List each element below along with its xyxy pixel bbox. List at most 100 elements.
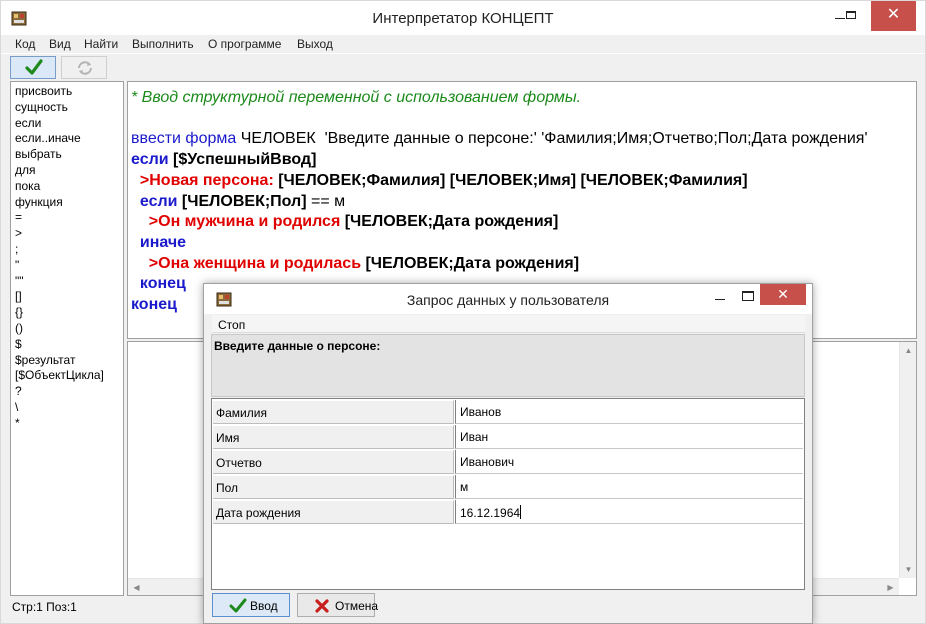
keyword-item[interactable]: выбрать	[15, 147, 123, 163]
code-keyword: конец	[131, 296, 177, 314]
keyword-item[interactable]: ()	[15, 321, 123, 337]
prompt-text: Введите данные о персоне:	[214, 339, 381, 353]
dialog-footer: Ввод Отмена	[211, 591, 805, 621]
code-line: >Новая персона: [ЧЕЛОВЕК;Фамилия] [ЧЕЛОВ…	[131, 171, 868, 192]
keyword-item[interactable]: *	[15, 416, 123, 432]
maximize-icon	[846, 11, 856, 19]
keyword-item[interactable]: ?	[15, 384, 123, 400]
menu-view[interactable]: Вид	[49, 37, 71, 51]
grid-row: Фамилия Иванов	[213, 400, 803, 424]
keyword-item[interactable]: "	[15, 258, 123, 274]
menu-bar: Код Вид Найти Выполнить О программе Выхо…	[1, 35, 925, 53]
code-line: иначе	[131, 233, 868, 254]
input-dialog: Запрос данных у пользователя ✕ Стоп Введ…	[203, 283, 813, 624]
keyword-item[interactable]: если	[15, 116, 123, 132]
code-text-span: [ЧЕЛОВЕК;Дата рождения]	[340, 213, 559, 231]
dialog-title-bar: Запрос данных у пользователя ✕	[204, 284, 812, 314]
scroll-down-icon[interactable]: ▼	[900, 561, 917, 578]
minimize-icon	[715, 299, 725, 300]
menu-run[interactable]: Выполнить	[132, 37, 194, 51]
run-button[interactable]	[10, 56, 56, 79]
code-line: если [$УспешныйВвод]	[131, 150, 868, 171]
keyword-item[interactable]: =	[15, 210, 123, 226]
grid-row: Дата рождения 16.12.1964	[213, 500, 803, 524]
code-message: >Новая персона:	[131, 171, 274, 189]
menu-find[interactable]: Найти	[84, 37, 118, 51]
code-keyword: иначе	[131, 233, 187, 251]
dialog-prompt: Введите данные о персоне:	[211, 334, 805, 397]
field-value-input[interactable]: 16.12.1964	[455, 500, 803, 524]
keyword-item[interactable]: []	[15, 289, 123, 305]
keyword-item[interactable]: >	[15, 226, 123, 242]
keyword-item[interactable]: $результат	[15, 353, 123, 369]
keyword-item[interactable]: [$ОбъектЦикла]	[15, 368, 123, 384]
maximize-button[interactable]	[839, 1, 863, 31]
menu-code[interactable]: Код	[15, 37, 35, 51]
scroll-left-icon[interactable]: ◀	[128, 579, 145, 596]
grid-row: Имя Иван	[213, 425, 803, 449]
keyword-item[interactable]: \	[15, 400, 123, 416]
field-value-input[interactable]: Иванов	[455, 400, 803, 424]
grid-row: Отчетво Иванович	[213, 450, 803, 474]
keyword-item[interactable]: для	[15, 163, 123, 179]
field-value-input[interactable]: м	[455, 475, 803, 499]
dialog-minimize-button[interactable]	[715, 291, 725, 305]
field-value-input[interactable]: Иван	[455, 425, 803, 449]
ok-button[interactable]: Ввод	[212, 593, 290, 617]
menu-about[interactable]: О программе	[208, 37, 281, 51]
keyword-item[interactable]: ;	[15, 242, 123, 258]
close-icon: ✕	[777, 286, 789, 302]
grid-row: Пол м	[213, 475, 803, 499]
keyword-item[interactable]: пока	[15, 179, 123, 195]
code-text-span: [ЧЕЛОВЕК;Фамилия] [ЧЕЛОВЕК;Имя] [ЧЕЛОВЕК…	[273, 171, 748, 189]
checkmark-icon	[229, 598, 247, 613]
code-text-span: == м	[306, 192, 346, 210]
cancel-button-label: Отмена	[335, 599, 379, 613]
keyword-item[interactable]: функция	[15, 195, 123, 211]
scroll-right-icon[interactable]: ▶	[882, 579, 899, 596]
dialog-close-button[interactable]: ✕	[760, 284, 806, 305]
keyword-item[interactable]: если..иначе	[15, 131, 123, 147]
ok-button-label: Ввод	[250, 599, 278, 613]
code-message: >Он мужчина и родился	[131, 213, 341, 231]
field-label: Отчетво	[213, 450, 454, 474]
code-keyword: ввести форма	[131, 130, 237, 148]
field-label: Дата рождения	[213, 500, 454, 524]
close-icon: ✕	[886, 6, 901, 23]
code-text-span: [ЧЕЛОВЕК;Пол]	[177, 192, 307, 210]
dialog-menu-bar: Стоп	[212, 315, 805, 333]
field-label: Имя	[213, 425, 454, 449]
refresh-button[interactable]	[61, 56, 107, 79]
close-button[interactable]: ✕	[871, 1, 916, 31]
dialog-maximize-button[interactable]	[742, 291, 754, 301]
vertical-scrollbar[interactable]: ▲ ▼	[899, 342, 916, 578]
text-cursor	[520, 505, 522, 519]
code-line: * Ввод структурной переменной с использо…	[131, 88, 868, 109]
menu-exit[interactable]: Выход	[297, 37, 333, 51]
menu-stop[interactable]: Стоп	[218, 318, 245, 332]
keyword-item[interactable]: $	[15, 337, 123, 353]
refresh-icon	[78, 61, 92, 75]
code-keyword: если	[131, 192, 178, 210]
code-line: ввести форма ЧЕЛОВЕК 'Введите данные о п…	[131, 129, 868, 150]
keyword-item[interactable]: ""	[15, 274, 123, 290]
cancel-button[interactable]: Отмена	[297, 593, 379, 617]
field-label: Фамилия	[213, 400, 454, 424]
code-keyword: если	[131, 151, 169, 169]
field-value-input[interactable]: Иванович	[455, 450, 803, 474]
code-text-span: [$УспешныйВвод]	[168, 151, 317, 169]
keyword-list[interactable]: присвоить сущность если если..иначе выбр…	[10, 81, 124, 596]
code-text[interactable]: * Ввод структурной переменной с использо…	[131, 88, 868, 316]
scroll-up-icon[interactable]: ▲	[900, 342, 917, 359]
checkmark-icon	[25, 59, 43, 75]
field-label: Пол	[213, 475, 454, 499]
input-grid: Фамилия Иванов Имя Иван Отчетво Иванович…	[211, 398, 805, 590]
keyword-item[interactable]: присвоить	[15, 84, 123, 100]
keyword-item[interactable]: {}	[15, 305, 123, 321]
cursor-position: Стр:1 Поз:1	[12, 600, 77, 614]
cross-icon	[315, 599, 329, 613]
code-line: если [ЧЕЛОВЕК;Пол] == м	[131, 192, 868, 213]
code-message: >Она женщина и родилась	[131, 254, 362, 272]
keyword-item[interactable]: сущность	[15, 100, 123, 116]
